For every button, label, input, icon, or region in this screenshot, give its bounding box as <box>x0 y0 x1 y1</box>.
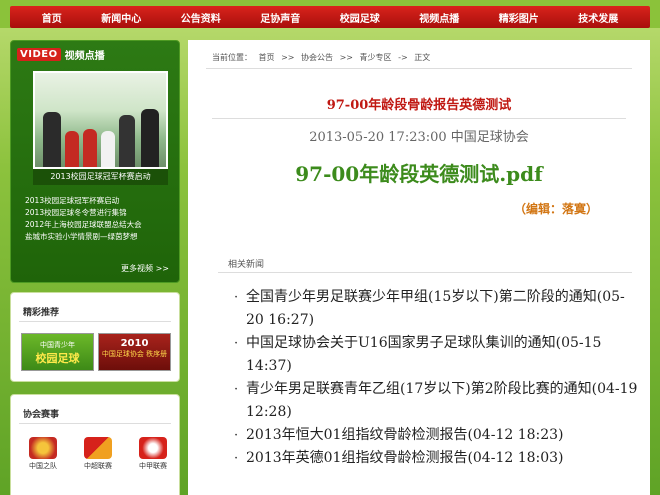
related-news-list: 全国青少年男足联赛少年甲组(15岁以下)第二阶段的通知(05-20 16:27)… <box>234 286 642 470</box>
person-figure <box>119 115 135 167</box>
related-news-heading: 相关新闻 <box>228 260 265 270</box>
nav-voice[interactable]: 足协声音 <box>260 10 300 25</box>
top-navigation: 首页 新闻中心 公告资料 足协声音 校园足球 视频点播 精彩图片 技术发展 <box>10 6 650 28</box>
program-book-banner[interactable]: 2010 中国足球协会 秩序册 <box>98 333 171 371</box>
child-figure <box>65 131 79 167</box>
featured-title: 精彩推荐 <box>23 308 60 318</box>
person-figure <box>43 112 61 167</box>
nav-campus[interactable]: 校园足球 <box>340 10 380 25</box>
breadcrumb-separator: >> <box>339 53 353 62</box>
breadcrumb-separator: -> <box>398 53 408 62</box>
logo-label: 中国之队 <box>29 462 57 470</box>
video-link[interactable]: 2013校园足球冠军杯赛启动 <box>25 195 175 207</box>
more-videos-link[interactable]: 更多视频 >> <box>121 263 169 274</box>
league-one-icon <box>139 437 167 459</box>
nav-video[interactable]: 视频点播 <box>419 10 459 25</box>
video-badge: VIDEO <box>17 48 61 61</box>
article-meta: 2013-05-20 17:23:00 中国足球协会 <box>309 130 529 145</box>
nav-tech[interactable]: 技术发展 <box>578 10 618 25</box>
video-link[interactable]: 2012年上海校园足球联盟总结大会 <box>25 219 175 231</box>
league-logos: 中国之队 中超联赛 中甲联赛 <box>23 437 173 471</box>
promo-heading: 中国足球协会 秩序册 <box>101 350 168 358</box>
pdf-download-link[interactable]: 97-00年龄段英德测试.pdf <box>188 158 650 187</box>
video-link-list: 2013校园足球冠军杯赛启动 2013校园足球冬令营进行集锦 2012年上海校园… <box>25 195 175 243</box>
csl-icon <box>84 437 112 459</box>
related-news-item[interactable]: 2013年英德01组指纹骨龄检测报告(04-12 18:03) <box>234 447 642 470</box>
video-caption: 2013校园足球冠军杯赛启动 <box>33 169 168 185</box>
divider <box>206 68 632 69</box>
promo-heading: 校园足球 <box>35 352 80 365</box>
related-news-item[interactable]: 中国足球协会关于U16国家男子足球队集训的通知(05-15 14:37) <box>234 332 642 378</box>
video-link[interactable]: 2013校园足球冬令营进行集锦 <box>25 207 175 219</box>
breadcrumb: 当前位置： 首页 >> 协会公告 >> 青少专区 -> 正文 <box>212 52 434 63</box>
video-panel-title: 视频点播 <box>64 51 105 62</box>
breadcrumb-home[interactable]: 首页 <box>259 53 275 62</box>
video-header: VIDEO 视频点播 <box>17 47 105 62</box>
breadcrumb-separator: >> <box>281 53 295 62</box>
leagues-panel: 协会赛事 中国之队 中超联赛 中甲联赛 <box>10 394 180 495</box>
nav-home[interactable]: 首页 <box>42 10 62 25</box>
breadcrumb-current: 正文 <box>414 53 431 62</box>
china-team-logo[interactable]: 中国之队 <box>23 437 63 471</box>
article-title: 97-00年龄段骨龄报告英德测试 <box>326 98 512 113</box>
china-league-one-logo[interactable]: 中甲联赛 <box>133 437 173 471</box>
nav-photos[interactable]: 精彩图片 <box>499 10 539 25</box>
nav-news[interactable]: 新闻中心 <box>101 10 141 25</box>
breadcrumb-youth[interactable]: 青少专区 <box>360 53 392 62</box>
related-news-item[interactable]: 2013年恒大01组指纹骨龄检测报告(04-12 18:23) <box>234 424 642 447</box>
logo-label: 中甲联赛 <box>139 462 167 470</box>
breadcrumb-label: 当前位置： <box>212 53 252 62</box>
related-news-item[interactable]: 全国青少年男足联赛少年甲组(15岁以下)第二阶段的通知(05-20 16:27) <box>234 286 642 332</box>
divider <box>218 272 632 273</box>
divider <box>19 321 171 322</box>
campus-football-banner[interactable]: 中国青少年 校园足球 <box>21 333 94 371</box>
csl-logo[interactable]: 中超联赛 <box>78 437 118 471</box>
divider <box>212 118 626 119</box>
video-link[interactable]: 盐城市实验小学情景剧—绿茵梦想 <box>25 231 175 243</box>
promo-year: 2010 <box>120 338 149 349</box>
video-panel: VIDEO 视频点播 2013校园足球冠军杯赛启动 2013校园足球冠军杯赛启动… <box>10 40 180 283</box>
breadcrumb-notices[interactable]: 协会公告 <box>301 53 333 62</box>
promo-subtitle: 中国青少年 <box>40 341 75 349</box>
divider <box>19 423 171 424</box>
featured-panel: 精彩推荐 中国青少年 校园足球 2010 中国足球协会 秩序册 <box>10 292 180 382</box>
article-editor: （编辑：落寞） <box>513 202 598 216</box>
leagues-title: 协会赛事 <box>23 410 60 420</box>
china-team-icon <box>29 437 57 459</box>
child-figure <box>101 131 115 167</box>
video-thumbnail[interactable] <box>33 71 168 169</box>
logo-label: 中超联赛 <box>84 462 112 470</box>
child-figure <box>83 129 97 167</box>
person-figure <box>141 109 159 167</box>
main-content: 当前位置： 首页 >> 协会公告 >> 青少专区 -> 正文 97-00年龄段骨… <box>188 40 650 495</box>
related-news-item[interactable]: 青少年男足联赛青年乙组(17岁以下)第2阶段比赛的通知(04-19 12:28) <box>234 378 642 424</box>
nav-notices[interactable]: 公告资料 <box>181 10 221 25</box>
